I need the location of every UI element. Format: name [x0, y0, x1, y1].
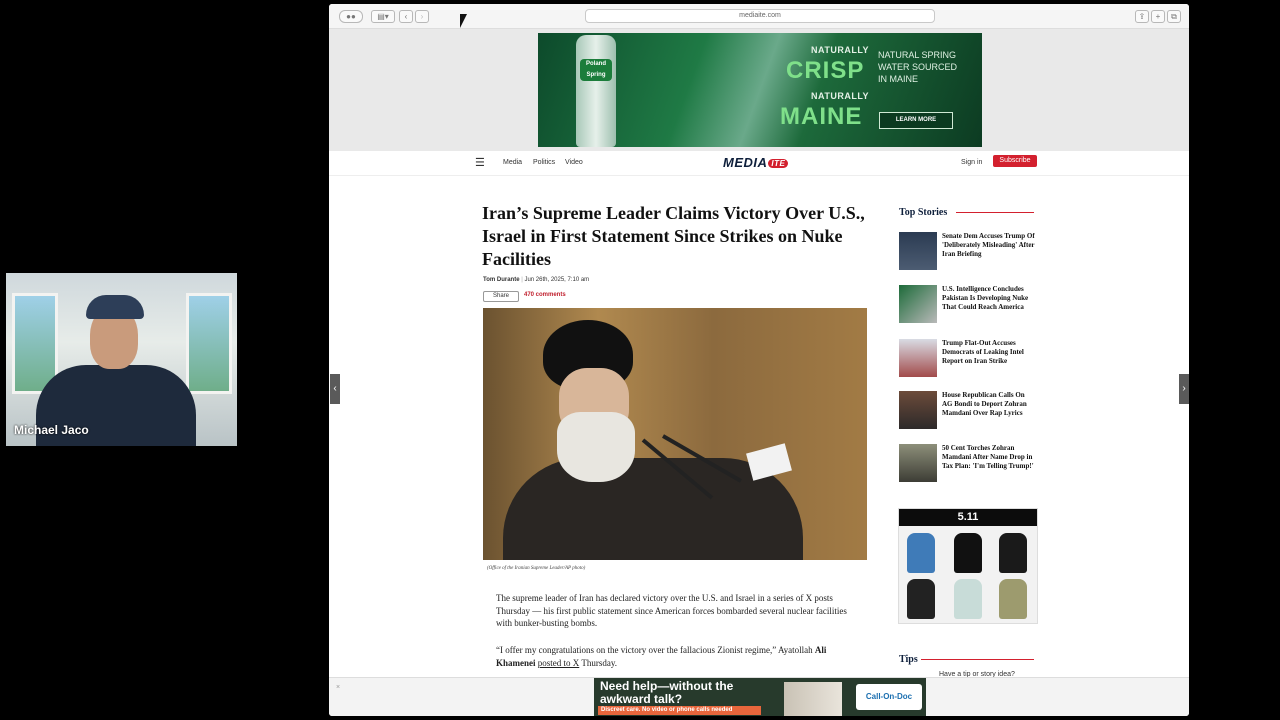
slide-prev-arrow[interactable]: ‹	[330, 374, 340, 404]
sidebar-ad[interactable]: 5.11	[898, 508, 1038, 624]
chevron-right-icon[interactable]: ›	[415, 10, 429, 23]
top-story-5[interactable]: 50 Cent Torches Zohran Mamdani After Nam…	[899, 444, 1039, 484]
sidebar-ad-brand: 5.11	[899, 509, 1037, 526]
presenter-name: Michael Jaco	[14, 423, 89, 437]
bottom-ad-brand: Call-On-Doc	[856, 684, 922, 710]
sign-in-link[interactable]: Sign in	[961, 159, 982, 166]
tabs-overview-icon[interactable]: ⧉	[1167, 10, 1181, 23]
article-paragraph-1: The supreme leader of Iran has declared …	[496, 593, 847, 628]
photo-caption: (Office of the Iranian Supreme Leader/AP…	[487, 566, 586, 571]
nav-link-politics[interactable]: Politics	[533, 159, 555, 166]
webcam-overlay: Michael Jaco	[6, 273, 237, 446]
browser-window: ●● ▤▾ ‹ › mediaite.com ⇪ + ⧉ Poland Spri…	[329, 4, 1189, 716]
heading-rule	[956, 212, 1034, 213]
article-headline: Iran’s Supreme Leader Claims Victory Ove…	[482, 203, 865, 269]
bottom-ad-area: × Need help—without the awkward talk? Di…	[329, 677, 1189, 716]
article-paragraph-2: “I offer my congratulations on the victo…	[496, 645, 827, 668]
ad-learn-more-button[interactable]: LEARN MORE	[879, 112, 953, 129]
bottom-ad-image	[784, 682, 842, 716]
story-thumbnail	[899, 391, 937, 429]
window-right	[186, 293, 232, 394]
close-ad-icon[interactable]: ×	[336, 684, 340, 691]
site-nav: ☰ Media Politics Video MEDIA ITE Sign in …	[329, 151, 1189, 176]
top-ad-banner[interactable]: Poland Spring NATURALLY CRISP NATURALLY …	[538, 33, 982, 147]
story-title: 50 Cent Torches Zohran Mamdani After Nam…	[942, 444, 1034, 471]
top-stories-heading: Top Stories	[899, 207, 948, 218]
posted-to-x-link[interactable]: posted to X	[538, 658, 580, 668]
story-title: House Republican Calls On AG Bondi to De…	[942, 391, 1027, 418]
top-story-3[interactable]: Trump Flat-Out Accuses Democrats of Leak…	[899, 339, 1039, 379]
nav-link-video[interactable]: Video	[565, 159, 583, 166]
site-logo[interactable]: MEDIA ITE	[723, 155, 789, 170]
top-story-1[interactable]: Senate Dem Accuses Trump Of 'Deliberatel…	[899, 232, 1039, 272]
story-thumbnail	[899, 232, 937, 270]
url-text: mediaite.com	[739, 12, 781, 19]
bottom-ad-headline: Need help—without the awkward talk?	[600, 679, 734, 706]
traffic-lights[interactable]: ●●	[339, 10, 363, 23]
slide-next-arrow[interactable]: ›	[1179, 374, 1189, 404]
top-story-4[interactable]: House Republican Calls On AG Bondi to De…	[899, 391, 1039, 431]
story-thumbnail	[899, 285, 937, 323]
article-date: Jun 26th, 2025, 7:10 am	[524, 277, 590, 283]
tips-rule	[921, 659, 1034, 660]
tips-heading: Tips	[899, 654, 918, 665]
mouse-cursor-icon	[460, 14, 467, 28]
sidebar-icon[interactable]: ▤▾	[371, 10, 395, 23]
chevron-left-icon[interactable]: ‹	[399, 10, 413, 23]
new-tab-icon[interactable]: +	[1151, 10, 1165, 23]
bottom-ad-banner[interactable]: Need help—without the awkward talk? Disc…	[594, 678, 926, 716]
ad-line2-small: NATURALLY	[811, 91, 869, 101]
share-button[interactable]: Share	[483, 291, 519, 302]
story-thumbnail	[899, 444, 937, 482]
nav-link-media[interactable]: Media	[503, 159, 522, 166]
address-bar[interactable]: mediaite.com	[585, 9, 935, 23]
top-story-2[interactable]: U.S. Intelligence Concludes Pakistan Is …	[899, 285, 1039, 325]
presenter-cap	[86, 295, 144, 319]
top-ad-area: Poland Spring NATURALLY CRISP NATURALLY …	[329, 29, 1189, 151]
ad-line1-small: NATURALLY	[811, 45, 869, 55]
comments-link[interactable]: 470 comments	[524, 292, 566, 298]
bottom-ad-subline: Discreet care. No video or phone calls n…	[598, 706, 761, 715]
ad-tagline: NATURAL SPRING WATER SOURCED IN MAINE	[878, 50, 958, 84]
browser-toolbar: ●● ▤▾ ‹ › mediaite.com ⇪ + ⧉	[329, 4, 1189, 29]
ad-brand: Poland Spring	[580, 59, 612, 81]
article-byline: Tom Durante | Jun 26th, 2025, 7:10 am	[483, 277, 590, 283]
story-title: U.S. Intelligence Concludes Pakistan Is …	[942, 285, 1029, 312]
story-title: Senate Dem Accuses Trump Of 'Deliberatel…	[942, 232, 1035, 259]
ad-line2-big: MAINE	[780, 103, 863, 130]
subscribe-button[interactable]: Subscribe	[993, 155, 1037, 167]
water-bottle-image	[576, 35, 616, 147]
article-photo	[483, 308, 867, 560]
hamburger-menu-icon[interactable]: ☰	[475, 156, 485, 169]
ad-line1-big: CRISP	[786, 57, 865, 84]
author-link[interactable]: Tom Durante	[483, 277, 520, 283]
story-thumbnail	[899, 339, 937, 377]
story-title: Trump Flat-Out Accuses Democrats of Leak…	[942, 339, 1024, 366]
share-icon[interactable]: ⇪	[1135, 10, 1149, 23]
